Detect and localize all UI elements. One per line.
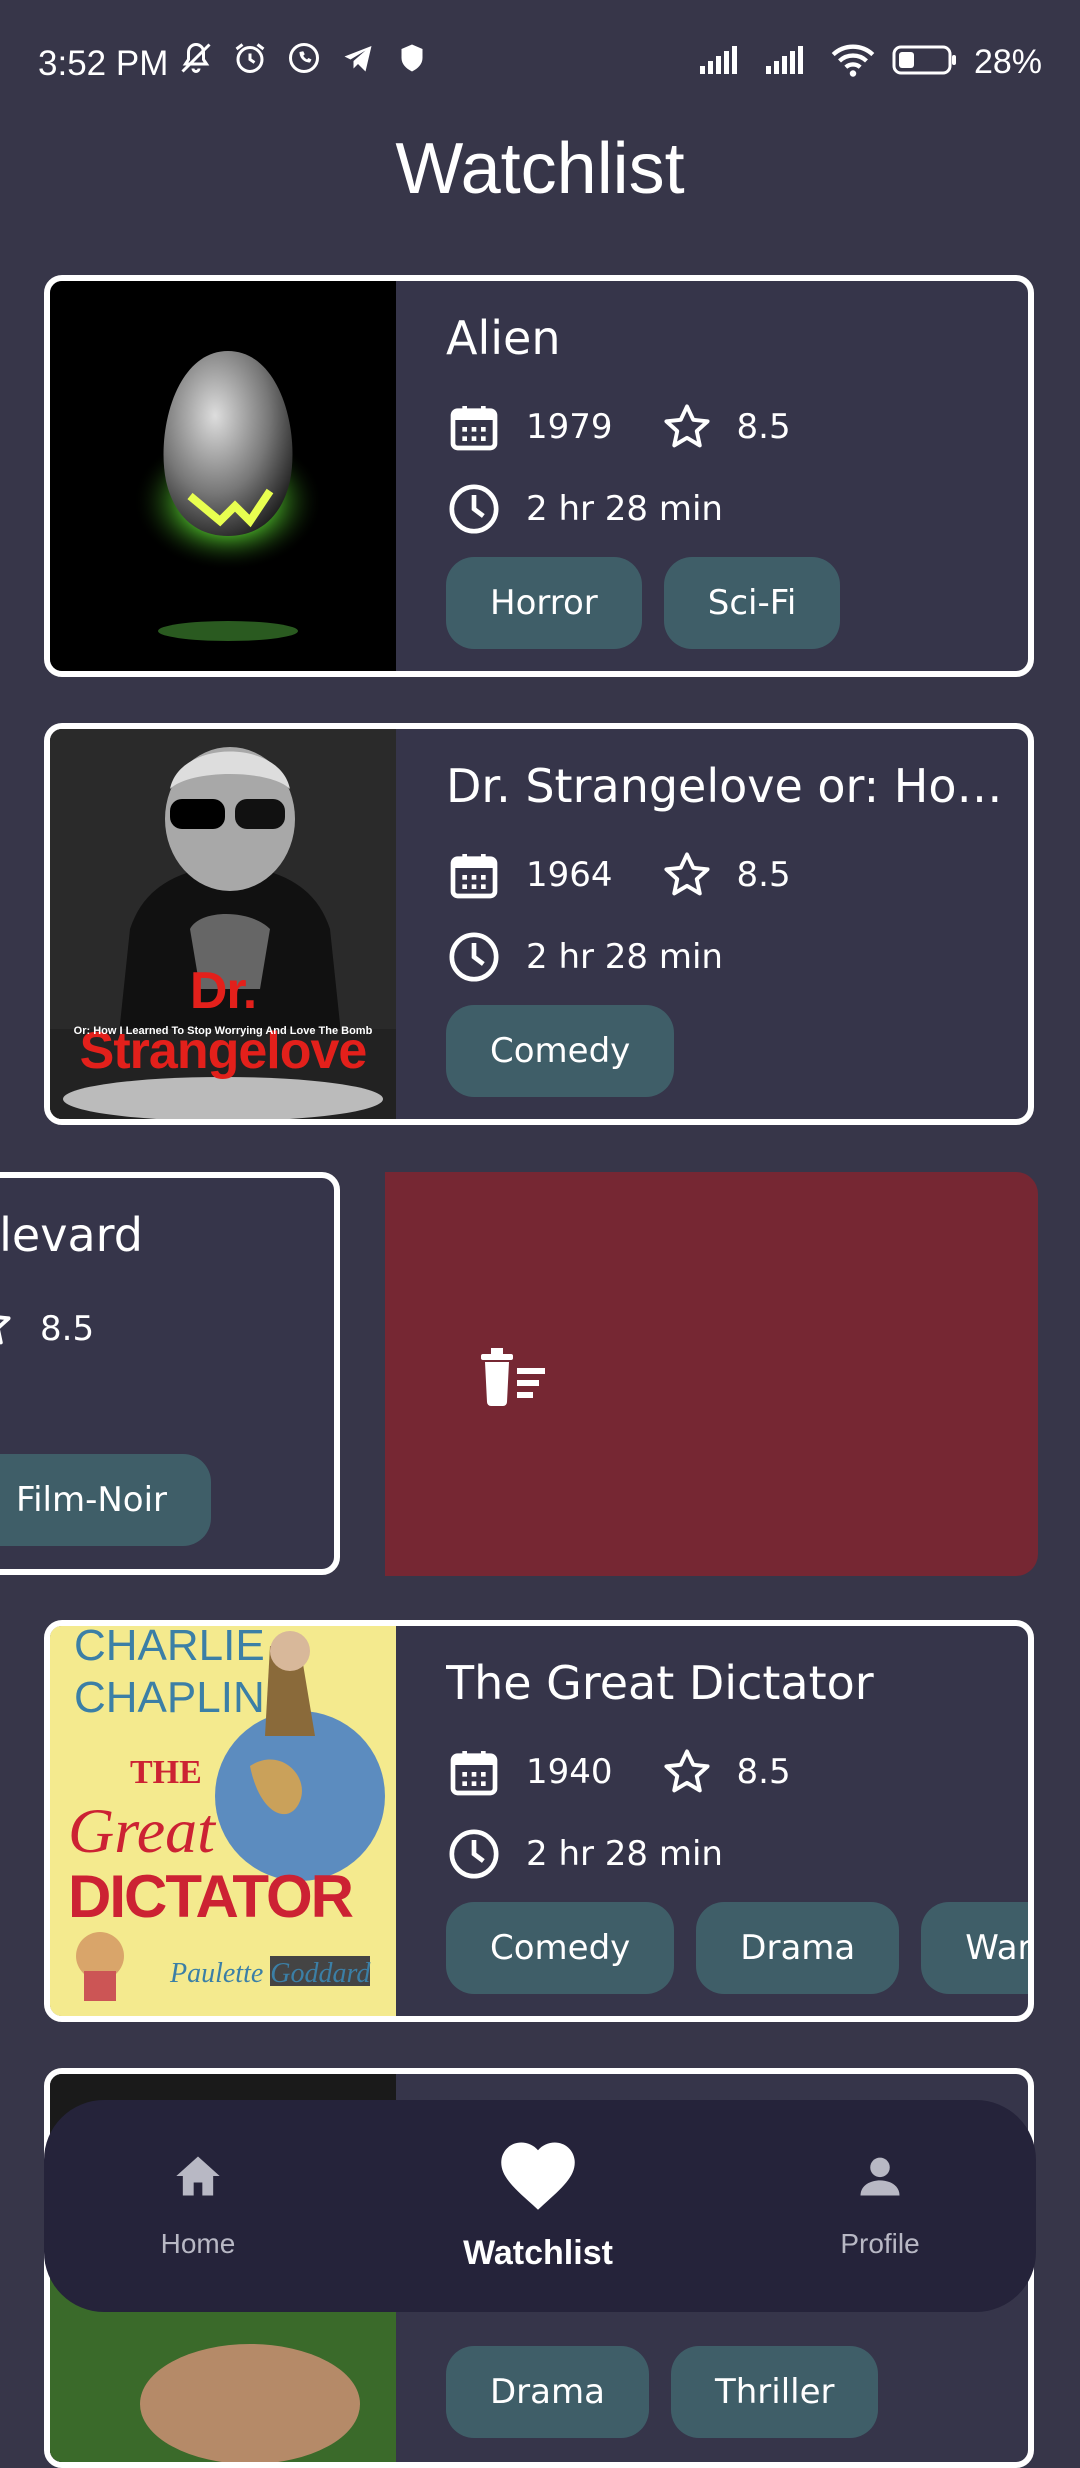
battery-percent: 28% [973, 42, 1042, 81]
status-bar: 3:52 PM 28% [0, 0, 1080, 130]
movie-poster [50, 281, 396, 671]
poster-the-text: THE [130, 1754, 202, 1791]
genre-chip[interactable]: Comedy [446, 1902, 675, 1994]
genre-chip[interactable]: War [921, 1902, 1028, 1994]
movie-poster: Dr. Strangelove Or: How I Learned To Sto… [50, 729, 396, 1119]
movie-year: 1979 [526, 407, 613, 447]
genre-chip[interactable]: Comedy [446, 1005, 675, 1097]
star-icon [661, 1746, 713, 1798]
movie-poster: CHARLIE CHAPLIN THE Great DICTATOR Paule… [50, 1626, 396, 2016]
whatsapp-icon [286, 40, 322, 76]
poster-star-text: Paulette Goddard [170, 1958, 371, 1989]
movie-card[interactable]: Alien 1979 8.5 2 hr 28 min Horror Sci-Fi [44, 275, 1034, 677]
nav-watchlist-label: Watchlist [463, 2234, 613, 2272]
shield-icon [394, 40, 430, 76]
poster-great-text: Great [68, 1795, 215, 1866]
star-icon [661, 849, 713, 901]
person-icon [854, 2150, 906, 2206]
movie-duration: 2 hr 28 min [526, 937, 723, 977]
wifi-icon [830, 42, 876, 82]
star-icon [661, 401, 713, 453]
poster-dictator-text: DICTATOR [68, 1863, 354, 1930]
genre-chip[interactable]: Thriller [670, 2346, 879, 2438]
movie-rating: 8.5 [40, 1308, 95, 1349]
movie-rating: 8.5 [736, 855, 791, 895]
movie-card-swiped[interactable]: ulevard 8.5 n Film-Noir [0, 1172, 340, 1575]
movie-title: Alien [446, 311, 561, 365]
movie-duration: 2 hr 28 min [526, 1834, 723, 1874]
movie-rating: 8.5 [736, 1752, 791, 1792]
genre-chip[interactable]: Sci-Fi [663, 557, 841, 649]
poster-title-text: Dr. Strangelove [79, 962, 368, 1080]
signal-icon [698, 44, 748, 80]
telegram-icon [340, 40, 376, 76]
movie-card[interactable]: Dr. Strangelove Or: How I Learned To Sto… [44, 723, 1034, 1125]
genre-chip[interactable]: Film-Noir [0, 1454, 212, 1546]
movie-year: 1964 [526, 855, 613, 895]
movie-card[interactable]: CHARLIE CHAPLIN THE Great DICTATOR Paule… [44, 1620, 1034, 2022]
heart-icon [496, 2136, 580, 2214]
star-icon [0, 1298, 14, 1359]
delete-icon[interactable] [477, 1348, 549, 1412]
poster-top-text: CHARLIE CHAPLIN [74, 1626, 265, 1722]
nav-watchlist[interactable]: Watchlist [438, 2100, 638, 2312]
bottom-navigation: Home Watchlist Profile [44, 2100, 1036, 2312]
swipe-delete-area[interactable] [385, 1172, 1038, 1576]
movie-title: The Great Dictator [446, 1656, 874, 1710]
calendar-icon [446, 1744, 502, 1800]
clock-icon [446, 481, 502, 537]
movie-year: 1940 [526, 1752, 613, 1792]
calendar-icon [446, 399, 502, 455]
genre-chip[interactable]: Drama [696, 1902, 900, 1994]
status-time: 3:52 PM [38, 44, 169, 83]
battery-icon [892, 44, 958, 80]
alarm-icon [232, 40, 268, 76]
movie-rating: 8.5 [736, 407, 791, 447]
page-title: Watchlist [395, 129, 685, 209]
calendar-icon [446, 847, 502, 903]
nav-profile-label: Profile [840, 2228, 920, 2259]
clock-icon [446, 929, 502, 985]
poster-subtitle-text: Or: How I Learned To Stop Worrying And L… [73, 1025, 373, 1037]
home-icon [172, 2150, 224, 2206]
genre-chip[interactable]: Drama [446, 2346, 649, 2438]
clock-icon [446, 1826, 502, 1882]
genre-chip[interactable]: Horror [446, 557, 642, 649]
nav-home-label: Home [160, 2228, 236, 2259]
movie-duration: 2 hr 28 min [526, 489, 723, 529]
movie-title: ulevard [0, 1208, 143, 1262]
signal-icon [764, 44, 814, 80]
nav-home[interactable]: Home [98, 2100, 298, 2312]
mute-icon [178, 40, 214, 76]
nav-profile[interactable]: Profile [780, 2100, 980, 2312]
movie-title: Dr. Strangelove or: How… [446, 759, 1016, 813]
